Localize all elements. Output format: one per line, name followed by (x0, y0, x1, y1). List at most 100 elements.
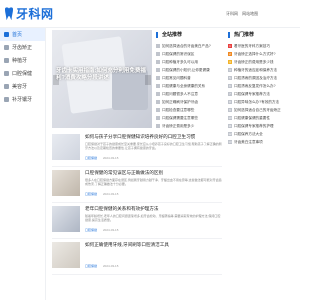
rank-badge: 5 (228, 76, 232, 80)
list-item[interactable]: 如何正确刷牙保护牙齿 (156, 98, 220, 106)
bullet-icon (156, 116, 160, 120)
sparkle-icon (4, 84, 9, 89)
carousel-title[interactable]: 牙齿卡实用指南:如何充分利用免费福利?消费攻略分段讲述 (56, 68, 148, 82)
rank-badge: 13 (228, 140, 232, 144)
toothbrush-icon (4, 71, 9, 76)
sidebar-item-label: 美容牙 (12, 84, 28, 90)
list-item[interactable]: 口腔检查要注意哪些 (156, 106, 220, 114)
site-logo[interactable]: 牙科网 (4, 5, 54, 22)
list-item[interactable]: 牙齿矫正费用是多少 (156, 122, 220, 130)
article-thumbnail[interactable] (52, 170, 80, 196)
article-date: 2024-03-15 (103, 192, 119, 196)
rank-badge: 12 (228, 132, 232, 136)
bullet-icon (156, 100, 160, 104)
hot-title: 热门推荐 (228, 32, 298, 38)
article-date: 2024-03-15 (103, 156, 119, 160)
rank-badge: 3 (228, 60, 232, 64)
bullet-icon (156, 124, 160, 128)
tooth-fill-icon (4, 97, 9, 102)
latest-list: 全站推荐 如何选择适合的牙齿美白产品? 口腔保健的常识误区 口腔种植牙多久可以用… (156, 32, 220, 130)
article-summary (85, 250, 222, 262)
bullet-icon (156, 60, 160, 64)
sidebar-item-implants[interactable]: 种植牙 (0, 54, 45, 67)
list-item[interactable]: 5 口腔溃疡的原因及治疗方法 (228, 74, 298, 82)
article-title[interactable]: 如何与孩子分享口腔保健知识培养良好的口腔卫生习惯 (85, 134, 222, 140)
sidebar-item-label: 补牙镶牙 (12, 97, 33, 103)
article-title[interactable]: 老年口腔保健的关系和有效护理方法 (85, 206, 222, 212)
list-item[interactable]: 口腔保健需要注意哪些 (156, 114, 220, 122)
bullet-icon (156, 52, 160, 56)
article-card[interactable]: 老年口腔保健的关系和有效护理方法 随着年龄增长,老年人的口腔问题逐渐增多,如牙齿… (52, 206, 222, 239)
article-list: 如何与孩子分享口腔保健知识培养良好的口腔卫生习惯 口腔保健对于孩子的健康成长至关… (52, 134, 222, 278)
list-item[interactable]: 3 牙齿矫正的费用是多少钱 (228, 58, 298, 66)
sidebar-nav: 首页 牙齿矫正 种植牙 口腔保健 美容牙 补牙镶牙 (0, 28, 46, 300)
article-category[interactable]: 口腔保健 (85, 192, 97, 196)
sidebar-item-fillings[interactable]: 补牙镶牙 (0, 93, 45, 106)
list-item[interactable]: 10 口腔健康保健的重要性 (228, 114, 298, 122)
list-item[interactable]: 11 口腔保健专家推荐的护理 (228, 122, 298, 130)
article-thumbnail[interactable] (52, 242, 80, 268)
article-title[interactable]: 如何正确使用牙线,牙间刷等口腔清洁工具 (85, 242, 222, 248)
article-summary: 很多人在口腔保健方面存在误区,例如刷牙越用力越干净、牙龈出血不用在意等,这些做法… (85, 178, 222, 186)
braces-icon (4, 45, 9, 50)
rank-badge: 4 (228, 68, 232, 72)
latest-title: 全站推荐 (156, 32, 220, 38)
home-link[interactable]: 牙科网 (226, 11, 238, 16)
rank-badge: 10 (228, 116, 232, 120)
sidebar-item-label: 首页 (12, 32, 23, 38)
header: 牙科网 牙科网 网站地图 (0, 0, 300, 28)
article-summary: 随着年龄增长,老年人的口腔问题逐渐增多,如牙齿松动、牙龈萎缩等,需要采取有效的护… (85, 214, 221, 222)
rank-badge: 2 (228, 52, 232, 56)
rank-badge: 9 (228, 108, 232, 112)
list-item[interactable]: 9 如何选择适合自己的牙齿矫正 (228, 106, 298, 114)
tooth-icon (5, 6, 13, 20)
rank-badge: 6 (228, 84, 232, 88)
sidebar-item-label: 牙齿矫正 (12, 45, 33, 51)
sidebar-item-orthodontics[interactable]: 牙齿矫正 (0, 41, 45, 54)
bullet-icon (156, 84, 160, 88)
sitemap-link[interactable]: 网站地图 (242, 11, 258, 16)
list-item[interactable]: 12 口腔保养方法大全 (228, 130, 298, 138)
sidebar-item-label: 口腔保健 (12, 71, 33, 77)
list-item[interactable]: 口腔保健的常识误区 (156, 50, 220, 58)
list-item[interactable]: 13 牙齿美白注意事项 (228, 138, 298, 146)
bullet-icon (156, 68, 160, 72)
bullet-icon (156, 44, 160, 48)
article-title[interactable]: 口腔保健的常见误区与正确做法的区别 (85, 170, 222, 176)
list-item[interactable]: 2 牙齿矫正选择什么方式好? (228, 50, 298, 58)
list-item[interactable]: 1 看牙医的牙科方案技巧 (228, 42, 298, 50)
list-item[interactable]: 口腔问题很多人不注意 (156, 90, 220, 98)
bullet-icon (156, 92, 160, 96)
rank-badge: 11 (228, 124, 232, 128)
list-item[interactable]: 8 口腔异味怎么办?有效的方法 (228, 98, 298, 106)
article-category[interactable]: 口腔保健 (85, 264, 97, 268)
logo-text: 牙科网 (16, 7, 54, 21)
list-item[interactable]: 口腔种植牙多久可以用 (156, 58, 220, 66)
list-item[interactable]: 口腔常见问题科普 (156, 74, 220, 82)
implant-icon (4, 58, 9, 63)
list-item[interactable]: 6 口腔溃疡反复发作怎么办? (228, 82, 298, 90)
article-card[interactable]: 如何正确使用牙线,牙间刷等口腔清洁工具 口腔保健 2024-03-15 (52, 242, 222, 275)
sidebar-item-home[interactable]: 首页 (0, 28, 45, 41)
sidebar-item-oral-care[interactable]: 口腔保健 (0, 67, 45, 80)
list-item[interactable]: 如何选择适合的牙齿美白产品? (156, 42, 220, 50)
article-date: 2024-03-15 (103, 228, 119, 232)
article-category[interactable]: 口腔保健 (85, 228, 97, 232)
article-card[interactable]: 口腔保健的常见误区与正确做法的区别 很多人在口腔保健方面存在误区,例如刷牙越用力… (52, 170, 222, 203)
bullet-icon (156, 108, 160, 112)
article-thumbnail[interactable] (52, 206, 80, 232)
rank-badge: 8 (228, 100, 232, 104)
list-item[interactable]: 4 种植牙的适应症和保养方法 (228, 66, 298, 74)
article-thumbnail[interactable] (52, 134, 80, 160)
sidebar-item-cosmetic[interactable]: 美容牙 (0, 80, 45, 93)
article-category[interactable]: 口腔保健 (85, 156, 97, 160)
list-item[interactable]: 口腔保健的小知识,让你更健康 (156, 66, 220, 74)
list-item[interactable]: 7 口腔保健专家推荐方法 (228, 90, 298, 98)
article-card[interactable]: 如何与孩子分享口腔保健知识培养良好的口腔卫生习惯 口腔保健对于孩子的健康成长至关… (52, 134, 222, 167)
list-item[interactable]: 口腔健康与全身健康的关系 (156, 82, 220, 90)
featured-carousel[interactable]: 牙齿卡实用指南:如何充分利用免费福利?消费攻略分段讲述 (52, 30, 152, 128)
rank-badge: 7 (228, 92, 232, 96)
header-links: 牙科网 网站地图 (226, 11, 261, 17)
hot-list: 热门推荐 1 看牙医的牙科方案技巧 2 牙齿矫正选择什么方式好? 3 牙齿矫正的费用是… (228, 32, 298, 146)
article-date: 2024-03-15 (103, 264, 119, 268)
